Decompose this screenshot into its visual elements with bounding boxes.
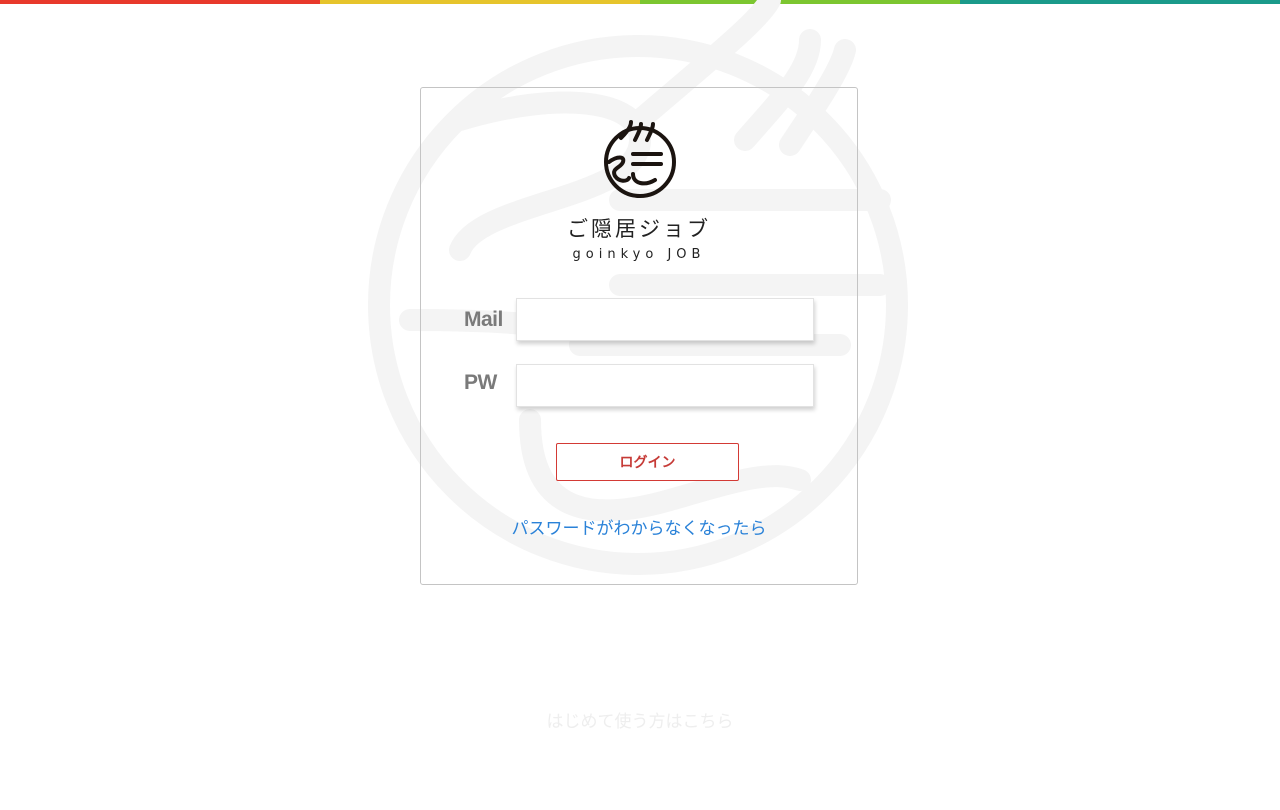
brand-name-jp: ご隠居ジョブ [567,217,711,241]
forgot-password-link[interactable]: パスワードがわからなくなったら [421,514,857,539]
mail-input[interactable] [516,298,814,341]
top-bar-red [0,0,320,4]
password-input[interactable] [516,364,814,407]
brand-name-en: goinkyo JOB [572,247,706,262]
first-time-user-link[interactable]: はじめて使う方はこちら [0,707,1280,732]
goinkyo-logo-icon [604,120,676,198]
login-button[interactable]: ログイン [556,443,739,481]
pw-label: PW [464,371,497,394]
top-bar-teal [960,0,1280,4]
mail-label: Mail [464,308,503,331]
login-card: ご隠居ジョブ goinkyo JOB Mail PW ログイン パスワードがわか… [420,87,858,585]
